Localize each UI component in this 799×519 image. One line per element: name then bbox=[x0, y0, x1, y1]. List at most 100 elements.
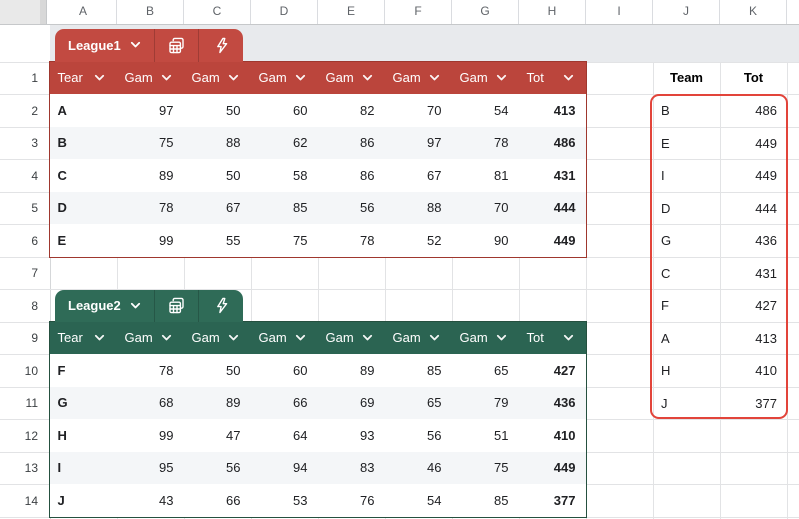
league2-cell-r3-c1[interactable]: 95 bbox=[117, 460, 184, 475]
league1-cell-r4-c5[interactable]: 52 bbox=[385, 233, 452, 248]
league1-cell-r0-c2[interactable]: 50 bbox=[184, 103, 251, 118]
row-header-1[interactable]: 1 bbox=[0, 62, 38, 95]
row-header-9[interactable]: 9 bbox=[0, 322, 38, 355]
summary-cell-total-8[interactable]: 410 bbox=[720, 363, 787, 378]
league2-cell-r2-c7[interactable]: 410 bbox=[519, 428, 586, 443]
league1-cell-r4-c3[interactable]: 75 bbox=[251, 233, 318, 248]
league1-cell-r3-c6[interactable]: 70 bbox=[452, 200, 519, 215]
league1-cell-r1-c5[interactable]: 97 bbox=[385, 135, 452, 150]
league1-table-menu-button[interactable] bbox=[154, 29, 199, 62]
league1-cell-r1-c0[interactable]: B bbox=[50, 135, 117, 150]
league1-cell-r3-c2[interactable]: 67 bbox=[184, 200, 251, 215]
league1-cell-r4-c2[interactable]: 55 bbox=[184, 233, 251, 248]
league1-col-header-4[interactable]: Gam bbox=[318, 62, 385, 95]
league2-cell-r2-c5[interactable]: 56 bbox=[385, 428, 452, 443]
league2-cell-r3-c7[interactable]: 449 bbox=[519, 460, 586, 475]
column-header-A[interactable]: A bbox=[50, 0, 117, 24]
league1-col-header-6[interactable]: Gam bbox=[452, 62, 519, 95]
league1-cell-r3-c1[interactable]: 78 bbox=[117, 200, 184, 215]
league2-cell-r4-c7[interactable]: 377 bbox=[519, 493, 586, 508]
league1-cell-r1-c4[interactable]: 86 bbox=[318, 135, 385, 150]
summary-cell-team-6[interactable]: F bbox=[653, 298, 720, 313]
summary-cell-total-9[interactable]: 377 bbox=[720, 396, 787, 411]
league2-col-header-7[interactable]: Tot bbox=[519, 322, 586, 355]
summary-cell-team-9[interactable]: J bbox=[653, 396, 720, 411]
league2-cell-r3-c4[interactable]: 83 bbox=[318, 460, 385, 475]
row-header-2[interactable]: 2 bbox=[0, 95, 38, 128]
league1-cell-r3-c5[interactable]: 88 bbox=[385, 200, 452, 215]
league1-col-header-1[interactable]: Gam bbox=[117, 62, 184, 95]
summary-cell-total-4[interactable]: 436 bbox=[720, 233, 787, 248]
league1-cell-r0-c0[interactable]: A bbox=[50, 103, 117, 118]
league2-cell-r1-c0[interactable]: G bbox=[50, 395, 117, 410]
league2-cell-r0-c6[interactable]: 65 bbox=[452, 363, 519, 378]
summary-cell-total-7[interactable]: 413 bbox=[720, 331, 787, 346]
league1-cell-r0-c3[interactable]: 60 bbox=[251, 103, 318, 118]
summary-cell-total-1[interactable]: 449 bbox=[720, 136, 787, 151]
league2-cell-r0-c0[interactable]: F bbox=[50, 363, 117, 378]
league1-col-header-2[interactable]: Gam bbox=[184, 62, 251, 95]
league2-cell-r4-c6[interactable]: 85 bbox=[452, 493, 519, 508]
league2-cell-r0-c2[interactable]: 50 bbox=[184, 363, 251, 378]
summary-cell-team-2[interactable]: I bbox=[653, 168, 720, 183]
row-header-7[interactable]: 7 bbox=[0, 257, 38, 290]
league2-col-header-2[interactable]: Gam bbox=[184, 322, 251, 355]
column-header-E[interactable]: E bbox=[318, 0, 385, 24]
league1-cell-r4-c4[interactable]: 78 bbox=[318, 233, 385, 248]
league2-cell-r0-c4[interactable]: 89 bbox=[318, 363, 385, 378]
league2-cell-r4-c5[interactable]: 54 bbox=[385, 493, 452, 508]
summary-cell-team-1[interactable]: E bbox=[653, 136, 720, 151]
column-header-K[interactable]: K bbox=[720, 0, 787, 24]
league2-cell-r0-c1[interactable]: 78 bbox=[117, 363, 184, 378]
row-header-10[interactable]: 10 bbox=[0, 355, 38, 388]
league1-tab-name-button[interactable]: League1 bbox=[55, 29, 154, 62]
summary-cell-total-0[interactable]: 486 bbox=[720, 103, 787, 118]
league2-cell-r0-c5[interactable]: 85 bbox=[385, 363, 452, 378]
row-header-8[interactable]: 8 bbox=[0, 290, 38, 323]
summary-cell-team-0[interactable]: B bbox=[653, 103, 720, 118]
league2-cell-r1-c6[interactable]: 79 bbox=[452, 395, 519, 410]
league2-cell-r1-c5[interactable]: 65 bbox=[385, 395, 452, 410]
league1-cell-r1-c7[interactable]: 486 bbox=[519, 135, 586, 150]
league2-cell-r1-c1[interactable]: 68 bbox=[117, 395, 184, 410]
league1-cell-r2-c4[interactable]: 86 bbox=[318, 168, 385, 183]
league1-cell-r2-c6[interactable]: 81 bbox=[452, 168, 519, 183]
league1-col-header-0[interactable]: Tear bbox=[50, 62, 117, 95]
row-header-5[interactable]: 5 bbox=[0, 192, 38, 225]
league1-cell-r1-c3[interactable]: 62 bbox=[251, 135, 318, 150]
league2-col-header-5[interactable]: Gam bbox=[385, 322, 452, 355]
league1-cell-r2-c1[interactable]: 89 bbox=[117, 168, 184, 183]
league1-cell-r2-c3[interactable]: 58 bbox=[251, 168, 318, 183]
summary-cell-team-3[interactable]: D bbox=[653, 201, 720, 216]
summary-cell-total-2[interactable]: 449 bbox=[720, 168, 787, 183]
summary-cell-team-5[interactable]: C bbox=[653, 266, 720, 281]
column-header-B[interactable]: B bbox=[117, 0, 184, 24]
row-header-11[interactable]: 11 bbox=[0, 387, 38, 420]
column-header-I[interactable]: I bbox=[586, 0, 653, 24]
league2-col-header-4[interactable]: Gam bbox=[318, 322, 385, 355]
league2-col-header-3[interactable]: Gam bbox=[251, 322, 318, 355]
league1-cell-r2-c7[interactable]: 431 bbox=[519, 168, 586, 183]
column-header-F[interactable]: F bbox=[385, 0, 452, 24]
league2-cell-r4-c3[interactable]: 53 bbox=[251, 493, 318, 508]
league2-cell-r1-c2[interactable]: 89 bbox=[184, 395, 251, 410]
league1-cell-r3-c7[interactable]: 444 bbox=[519, 200, 586, 215]
league1-cell-r3-c3[interactable]: 85 bbox=[251, 200, 318, 215]
league2-cell-r2-c0[interactable]: H bbox=[50, 428, 117, 443]
row-header-4[interactable]: 4 bbox=[0, 160, 38, 193]
league1-cell-r1-c1[interactable]: 75 bbox=[117, 135, 184, 150]
row-header-14[interactable]: 14 bbox=[0, 485, 38, 518]
league2-flash-button[interactable] bbox=[198, 290, 243, 323]
summary-cell-team-8[interactable]: H bbox=[653, 363, 720, 378]
league1-cell-r1-c6[interactable]: 78 bbox=[452, 135, 519, 150]
league2-col-header-6[interactable]: Gam bbox=[452, 322, 519, 355]
column-header-G[interactable]: G bbox=[452, 0, 519, 24]
league2-cell-r3-c5[interactable]: 46 bbox=[385, 460, 452, 475]
league1-col-header-7[interactable]: Tot bbox=[519, 62, 586, 95]
summary-cell-team-4[interactable]: G bbox=[653, 233, 720, 248]
league1-cell-r2-c2[interactable]: 50 bbox=[184, 168, 251, 183]
league2-cell-r4-c2[interactable]: 66 bbox=[184, 493, 251, 508]
league2-cell-r2-c2[interactable]: 47 bbox=[184, 428, 251, 443]
league2-cell-r3-c0[interactable]: I bbox=[50, 460, 117, 475]
league1-cell-r4-c7[interactable]: 449 bbox=[519, 233, 586, 248]
